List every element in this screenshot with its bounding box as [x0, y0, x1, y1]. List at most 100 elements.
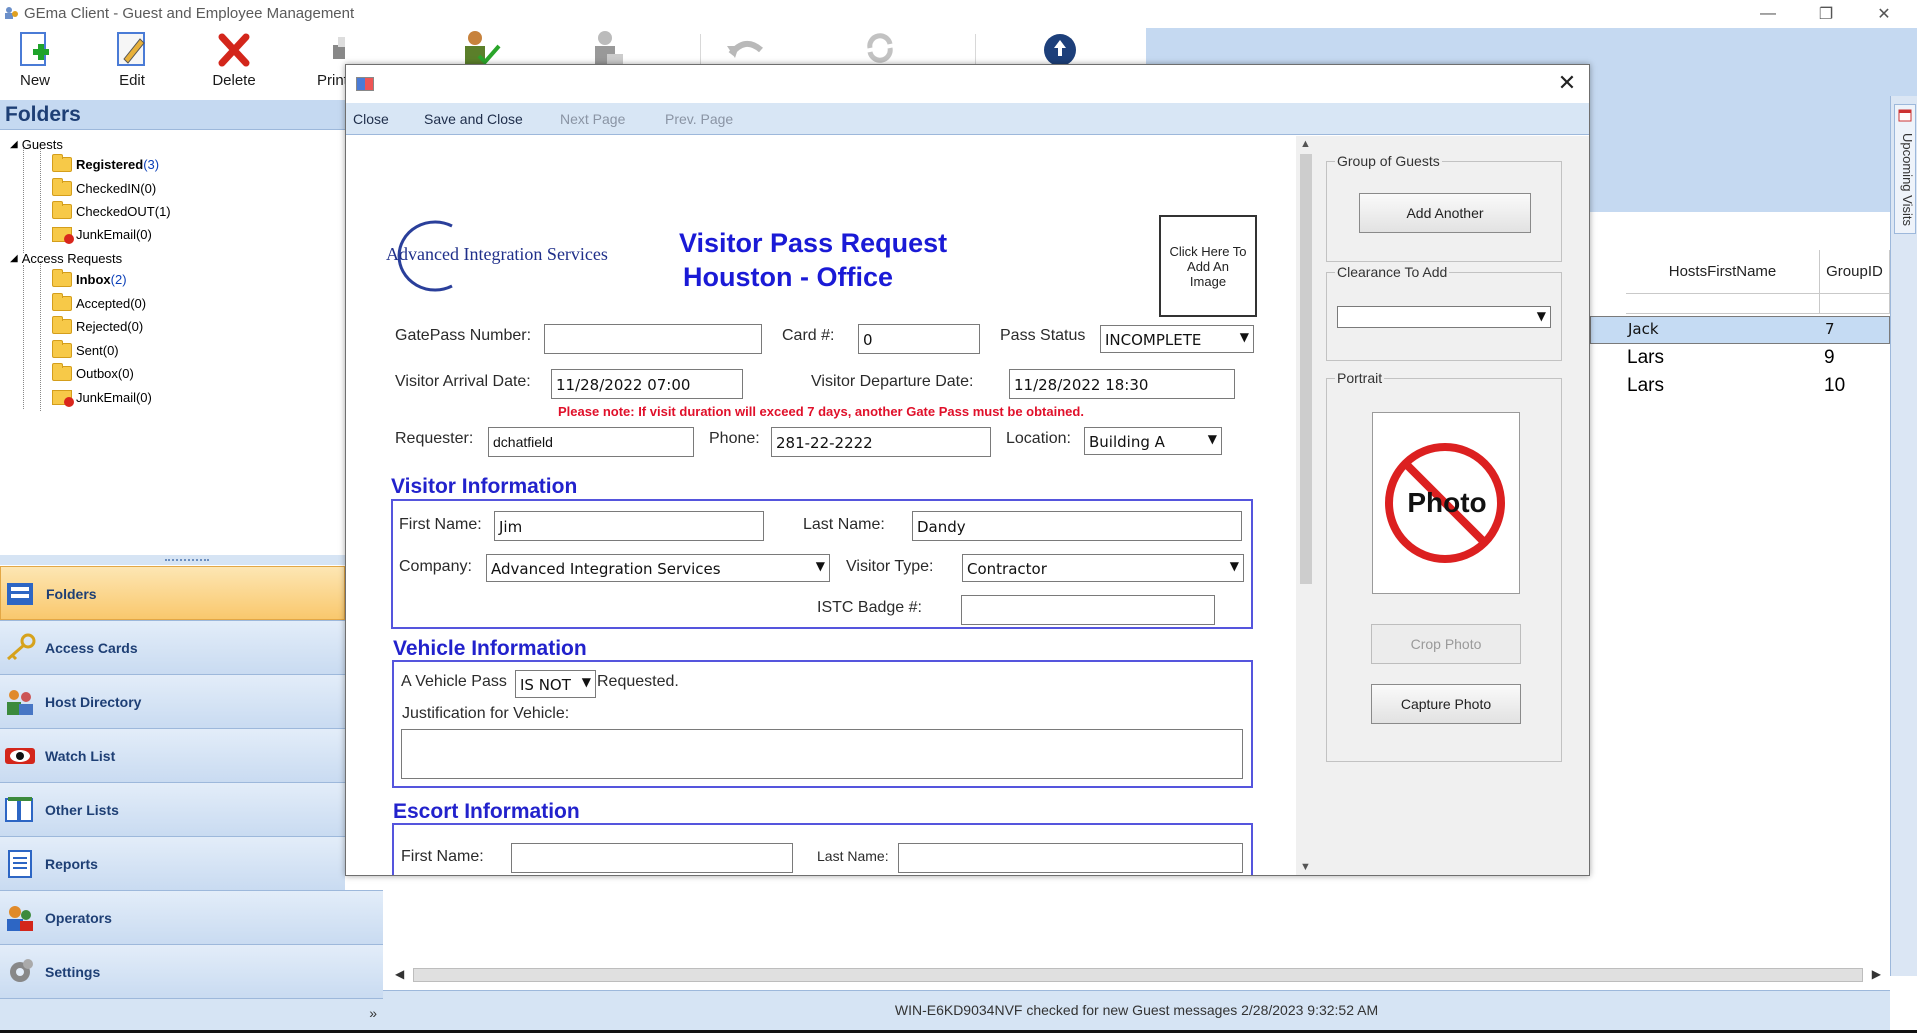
save-and-close-button[interactable]: Save and Close [424, 111, 523, 127]
folder-tree: ◢ Guests Registered (3) CheckedIN(0) Chec… [0, 130, 345, 555]
minimize-button[interactable]: — [1739, 0, 1797, 28]
tree-node-access-requests[interactable]: ◢ Access Requests [10, 248, 122, 268]
folder-icon [52, 339, 72, 358]
add-another-button[interactable]: Add Another [1359, 193, 1531, 233]
folder-label: CheckedIN(0) [76, 180, 157, 196]
nav-label: Folders [46, 586, 97, 602]
folder-accepted[interactable]: Accepted(0) [52, 292, 146, 313]
filter-cell[interactable] [1820, 294, 1890, 314]
capture-photo-button[interactable]: Capture Photo [1371, 684, 1521, 724]
nav-settings[interactable]: Settings [0, 944, 383, 998]
column-header-hostsfirstname[interactable]: HostsFirstName [1626, 250, 1820, 294]
folder-sent[interactable]: Sent(0) [52, 339, 119, 360]
folder-label: CheckedOUT(1) [76, 203, 171, 219]
window-title: GEma Client - Guest and Employee Managem… [24, 5, 355, 22]
folder-checkedout[interactable]: CheckedOUT(1) [52, 200, 171, 221]
company-select[interactable]: Advanced Integration Services ▼ [486, 554, 830, 582]
scroll-right-icon[interactable]: ▶ [1872, 967, 1881, 981]
calendar-icon [1898, 109, 1912, 122]
scroll-down-icon[interactable]: ▼ [1300, 861, 1311, 873]
folder-rejected[interactable]: Rejected(0) [52, 315, 143, 336]
column-header-groupid[interactable]: GroupID [1820, 250, 1890, 294]
nav-options-chevron-icon[interactable]: » [369, 1005, 377, 1021]
arrival-date-input[interactable]: 11/28/2022 07:00 [551, 369, 743, 399]
nav-operators[interactable]: Operators [0, 890, 383, 944]
escort-last-name-label: Last Name: [817, 848, 889, 864]
justification-textarea[interactable] [401, 729, 1243, 779]
location-select[interactable]: Building A ▼ [1084, 427, 1222, 455]
close-window-button[interactable]: ✕ [1855, 0, 1913, 28]
nav-host-directory[interactable]: Host Directory [0, 674, 345, 728]
folder-junkemail[interactable]: JunkEmail(0) [52, 224, 152, 244]
cell-hostsfirstname: Lars [1627, 375, 1664, 396]
next-page-button[interactable]: Next Page [560, 111, 625, 127]
vehicle-pass-select[interactable]: IS NOT ▼ [515, 670, 596, 698]
nav-watch-list[interactable]: Watch List [0, 728, 345, 782]
edit-button[interactable]: Edit [97, 28, 167, 96]
departure-date-input[interactable]: 11/28/2022 18:30 [1009, 369, 1235, 399]
restore-button[interactable]: ❐ [1797, 0, 1855, 28]
undo-icon[interactable] [725, 34, 765, 67]
scrollbar-thumb[interactable] [1300, 154, 1312, 584]
requester-input[interactable]: dchatfield [488, 427, 694, 457]
folder-count: (2) [110, 271, 127, 287]
table-row[interactable]: Lars 9 [1590, 344, 1890, 372]
refresh-icon[interactable] [862, 32, 898, 67]
pass-status-select[interactable]: INCOMPLETE ▼ [1100, 325, 1254, 353]
crop-photo-button[interactable]: Crop Photo [1371, 624, 1521, 664]
eye-icon [5, 748, 35, 764]
portrait-image[interactable]: Photo [1372, 412, 1520, 594]
new-button[interactable]: New [0, 28, 70, 96]
grid-group-panel [1586, 156, 1890, 212]
folder-registered[interactable]: Registered (3) [52, 153, 160, 174]
tree-label: Access Requests [21, 250, 123, 266]
vehicle-pass-suffix: Requested. [597, 673, 679, 690]
gatepass-number-input[interactable] [544, 324, 762, 354]
scroll-up-icon[interactable]: ▲ [1300, 138, 1311, 150]
filter-cell[interactable] [1626, 294, 1820, 314]
folder-outbox[interactable]: Outbox(0) [52, 362, 134, 383]
visitor-last-name-input[interactable]: Dandy [912, 511, 1242, 541]
print-button[interactable]: Print [317, 28, 345, 96]
close-button[interactable]: Close [353, 111, 389, 127]
folders-nav-icon [7, 583, 33, 605]
clearance-select[interactable]: ▼ [1337, 306, 1551, 328]
dialog-close-icon[interactable]: ✕ [1553, 69, 1581, 97]
escort-first-name-input[interactable] [511, 843, 793, 873]
table-row[interactable]: Lars 10 [1590, 372, 1890, 400]
nav-other-lists[interactable]: Other Lists [0, 782, 345, 836]
arrival-date-label: Visitor Arrival Date: [395, 373, 531, 390]
table-row[interactable]: Jack 7 [1590, 316, 1890, 344]
horizontal-scrollbar[interactable]: ◀ ▶ [393, 966, 1883, 984]
card-number-input[interactable]: 0 [858, 324, 980, 354]
form-vertical-scrollbar[interactable]: ▲ ▼ [1296, 136, 1316, 875]
prev-page-button[interactable]: Prev. Page [665, 111, 733, 127]
phone-input[interactable]: 281-22-2222 [771, 427, 991, 457]
nav-folders[interactable]: Folders [0, 566, 345, 620]
add-image-button[interactable]: Click Here To Add An Image [1159, 215, 1257, 317]
scroll-left-icon[interactable]: ◀ [395, 967, 404, 981]
folder-junkemail[interactable]: JunkEmail(0) [52, 387, 152, 407]
tree-node-guests[interactable]: ◢ Guests [10, 134, 63, 154]
location-value: Building A [1089, 433, 1165, 451]
main-header-band [1586, 96, 1890, 156]
visitor-first-name-input[interactable]: Jim [494, 511, 764, 541]
nav-reports[interactable]: Reports [0, 836, 345, 890]
upcoming-visits-tab[interactable]: Upcoming Visits [1894, 104, 1916, 234]
folder-inbox[interactable]: Inbox (2) [52, 268, 127, 289]
nav-access-cards[interactable]: Access Cards [0, 620, 345, 674]
duration-warning: Please note: If visit duration will exce… [558, 404, 1084, 419]
status-text: WIN-E6KD9034NVF checked for new Guest me… [894, 1002, 1379, 1018]
scrollbar-thumb[interactable] [413, 968, 1863, 982]
folder-checkedin[interactable]: CheckedIN(0) [52, 177, 157, 198]
visitor-type-select[interactable]: Contractor ▼ [962, 554, 1244, 582]
badge-input[interactable] [961, 595, 1215, 625]
folder-count: (3) [143, 156, 160, 172]
last-name-label: Last Name: [803, 516, 885, 533]
pass-status-value: INCOMPLETE [1105, 331, 1202, 349]
nav-footer: » [0, 998, 383, 1033]
escort-last-name-input[interactable] [898, 843, 1243, 873]
delete-button[interactable]: Delete [199, 28, 269, 96]
nav-splitter[interactable] [0, 555, 345, 565]
dropdown-arrow-icon: ▼ [1207, 432, 1217, 446]
